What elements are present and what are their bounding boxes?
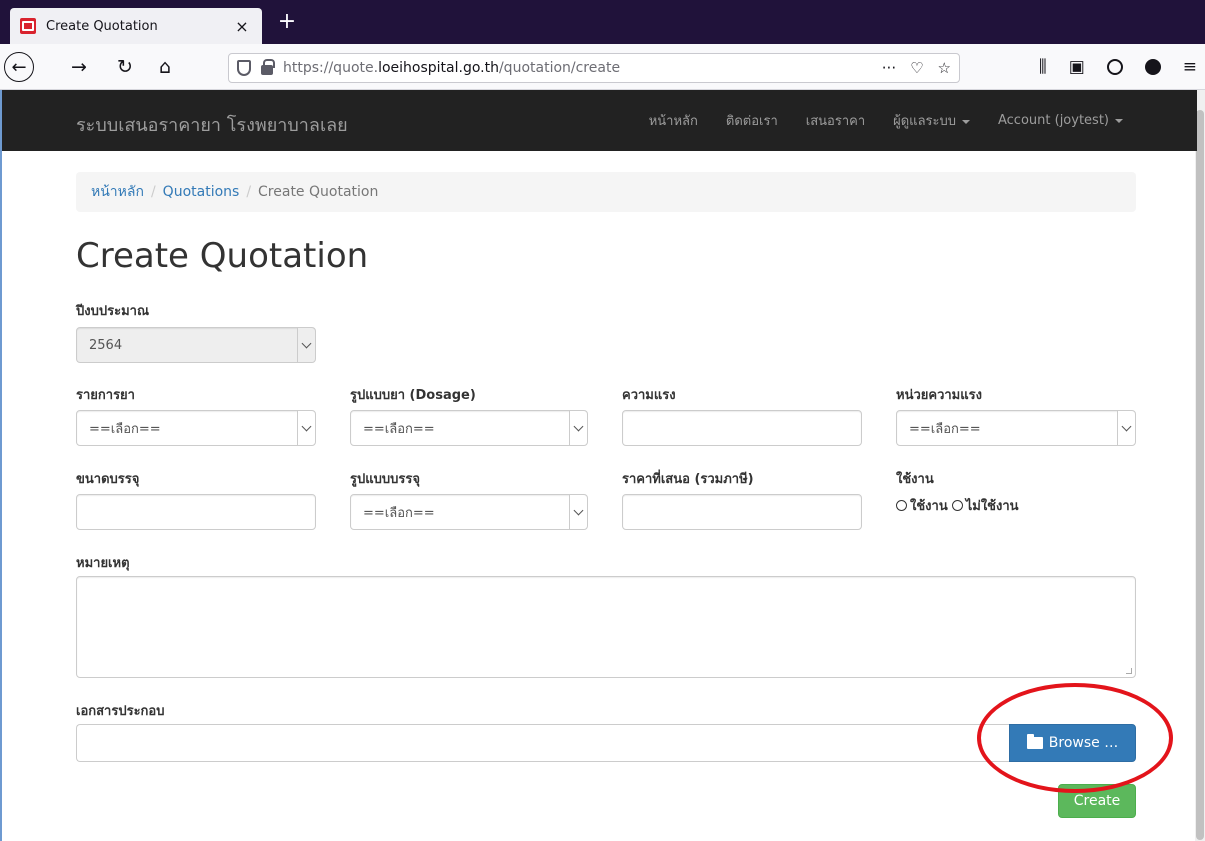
radio-active[interactable] xyxy=(896,500,907,511)
sidebar-icon[interactable]: ▣ xyxy=(1069,57,1085,77)
nav-account[interactable]: Account (joytest) xyxy=(984,113,1137,128)
caret-down-icon xyxy=(962,119,970,124)
highlight-circle xyxy=(977,683,1173,793)
chevron-down-icon xyxy=(569,411,587,445)
caret-down-icon xyxy=(1115,118,1123,123)
nav-contact[interactable]: ติดต่อเรา xyxy=(712,110,792,131)
account-icon[interactable] xyxy=(1106,59,1123,75)
url-bar[interactable]: https://quote.loeihospital.go.th/quotati… xyxy=(228,53,960,83)
nav-admin[interactable]: ผู้ดูแลระบบ xyxy=(879,110,984,131)
strength-label: ความแรง xyxy=(622,388,676,403)
attachment-label: เอกสารประกอบ xyxy=(76,704,165,719)
price-input[interactable] xyxy=(622,494,862,530)
price-label: ราคาที่เสนอ (รวมภาษี) xyxy=(622,472,754,487)
library-icon[interactable]: ⫼ xyxy=(1039,57,1047,77)
forward-icon[interactable]: → xyxy=(64,52,94,82)
chevron-down-icon xyxy=(1117,411,1135,445)
pack-size-label: ขนาดบรรจุ xyxy=(76,472,140,487)
browser-toolbar: ← → ↻ ⌂ https://quote.loeihospital.go.th… xyxy=(0,44,1205,90)
tab-close-icon[interactable]: × xyxy=(232,17,252,36)
breadcrumb-home[interactable]: หน้าหลัก xyxy=(91,181,144,203)
shield-icon[interactable] xyxy=(237,60,251,76)
status-label: ใช้งาน xyxy=(896,472,934,487)
budget-year-label: ปีงบประมาณ xyxy=(76,304,149,319)
remark-label: หมายเหตุ xyxy=(76,556,130,571)
status-radio-group: ใช้งาน ไม่ใช้งาน xyxy=(896,495,1019,516)
chevron-down-icon xyxy=(569,495,587,529)
pack-size-input[interactable] xyxy=(76,494,316,530)
dosage-label: รูปแบบยา (Dosage) xyxy=(350,388,476,403)
page-content: ระบบเสนอราคายา โรงพยาบาลเลย หน้าหลัก ติด… xyxy=(0,90,1205,841)
nav-quotation[interactable]: เสนอราคา xyxy=(792,110,879,131)
pack-type-label: รูปแบบบรรจุ xyxy=(350,472,420,487)
url-text[interactable]: https://quote.loeihospital.go.th/quotati… xyxy=(283,60,882,76)
new-tab-button[interactable]: + xyxy=(272,8,302,38)
resize-grip-icon[interactable] xyxy=(1126,668,1132,674)
page-title: Create Quotation xyxy=(76,236,369,276)
site-brand[interactable]: ระบบเสนอราคายา โรงพยาบาลเลย xyxy=(76,110,348,139)
pocket-icon[interactable]: ♡ xyxy=(910,59,923,77)
strength-input[interactable] xyxy=(622,410,862,446)
favicon-icon xyxy=(20,18,36,34)
radio-inactive[interactable] xyxy=(951,500,963,511)
drug-label: รายการยา xyxy=(76,388,135,403)
breadcrumb-quotations[interactable]: Quotations xyxy=(163,184,240,200)
home-icon[interactable]: ⌂ xyxy=(150,52,180,82)
browser-tab[interactable]: Create Quotation × xyxy=(10,8,262,44)
lock-icon[interactable] xyxy=(261,59,275,75)
back-button[interactable]: ← xyxy=(4,52,34,82)
nav-home[interactable]: หน้าหลัก xyxy=(635,110,712,131)
drug-select[interactable]: ==เลือก== xyxy=(76,410,316,446)
reload-icon[interactable]: ↻ xyxy=(110,52,140,82)
bookmark-star-icon[interactable]: ☆ xyxy=(938,59,951,77)
breadcrumb-separator: / xyxy=(246,184,252,200)
breadcrumb: หน้าหลัก / Quotations / Create Quotation xyxy=(76,172,1136,212)
site-navbar: ระบบเสนอราคายา โรงพยาบาลเลย หน้าหลัก ติด… xyxy=(2,90,1197,151)
scrollbar[interactable] xyxy=(1195,90,1205,841)
status-active-option[interactable]: ใช้งาน xyxy=(896,495,948,516)
tab-title: Create Quotation xyxy=(46,18,158,34)
attachment-file-input[interactable] xyxy=(76,724,1010,762)
dosage-select[interactable]: ==เลือก== xyxy=(350,410,588,446)
chevron-down-icon xyxy=(297,328,315,362)
strength-unit-label: หน่วยความแรง xyxy=(896,388,982,403)
breadcrumb-separator: / xyxy=(150,184,156,200)
scroll-thumb[interactable] xyxy=(1196,110,1204,840)
remark-textarea[interactable] xyxy=(76,576,1136,678)
pack-type-select[interactable]: ==เลือก== xyxy=(350,494,588,530)
menu-icon[interactable]: ≡ xyxy=(1183,57,1197,77)
back-icon: ← xyxy=(4,52,34,82)
status-inactive-option[interactable]: ไม่ใช้งาน xyxy=(951,495,1019,516)
browser-tab-strip: Create Quotation × + xyxy=(0,0,1205,44)
chevron-down-icon xyxy=(297,411,315,445)
breadcrumb-current: Create Quotation xyxy=(258,184,379,200)
extension-icon[interactable] xyxy=(1144,59,1161,75)
page-actions-icon[interactable]: ··· xyxy=(882,59,896,77)
strength-unit-select[interactable]: ==เลือก== xyxy=(896,410,1136,446)
budget-year-select[interactable]: 2564 xyxy=(76,327,316,363)
